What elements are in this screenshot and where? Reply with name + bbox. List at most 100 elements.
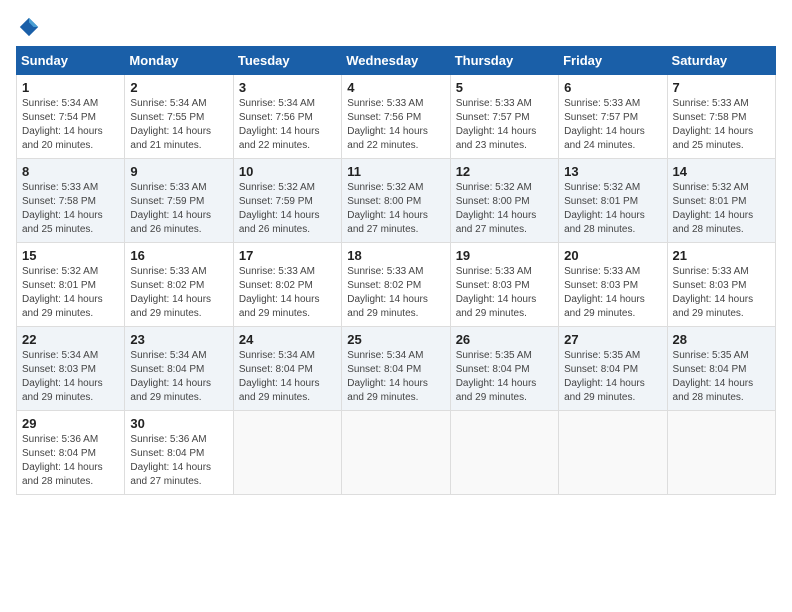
day-number: 26 [456,332,553,347]
calendar-header: SundayMondayTuesdayWednesdayThursdayFrid… [17,47,776,75]
day-info: Sunrise: 5:32 AM Sunset: 8:00 PM Dayligh… [347,181,444,237]
day-info: Sunrise: 5:35 AM Sunset: 8:04 PM Dayligh… [456,349,553,405]
calendar-day: 11Sunrise: 5:32 AM Sunset: 8:00 PM Dayli… [342,159,450,243]
day-number: 13 [564,164,661,179]
day-number: 27 [564,332,661,347]
day-info: Sunrise: 5:33 AM Sunset: 7:58 PM Dayligh… [22,181,119,237]
day-info: Sunrise: 5:33 AM Sunset: 8:02 PM Dayligh… [239,265,336,321]
day-info: Sunrise: 5:32 AM Sunset: 8:00 PM Dayligh… [456,181,553,237]
calendar-week-5: 29 Sunrise: 5:36 AM Sunset: 8:04 PM Dayli… [17,411,776,495]
day-number: 3 [239,80,336,95]
day-info: Sunrise: 5:35 AM Sunset: 8:04 PM Dayligh… [673,349,770,405]
day-number: 15 [22,248,119,263]
day-info: Sunrise: 5:33 AM Sunset: 8:02 PM Dayligh… [347,265,444,321]
day-number: 28 [673,332,770,347]
logo [16,16,40,34]
day-info: Sunrise: 5:33 AM Sunset: 7:57 PM Dayligh… [456,97,553,153]
day-number: 1 [22,80,119,95]
day-info: Sunrise: 5:32 AM Sunset: 8:01 PM Dayligh… [564,181,661,237]
day-number: 12 [456,164,553,179]
day-info: Sunrise: 5:33 AM Sunset: 8:03 PM Dayligh… [456,265,553,321]
day-number: 5 [456,80,553,95]
calendar-day: 10 Sunrise: 5:32 AM Sunset: 7:59 PM Dayli… [233,159,341,243]
calendar-day: 15 Sunrise: 5:32 AM Sunset: 8:01 PM Dayli… [17,243,125,327]
day-info: Sunrise: 5:33 AM Sunset: 8:03 PM Dayligh… [564,265,661,321]
day-info: Sunrise: 5:32 AM Sunset: 8:01 PM Dayligh… [22,265,119,321]
calendar-day [450,411,558,495]
calendar-day: 12 Sunrise: 5:32 AM Sunset: 8:00 PM Dayli… [450,159,558,243]
calendar-day: 26 Sunrise: 5:35 AM Sunset: 8:04 PM Dayli… [450,327,558,411]
day-number: 20 [564,248,661,263]
calendar-day [559,411,667,495]
calendar-day: 19 Sunrise: 5:33 AM Sunset: 8:03 PM Dayli… [450,243,558,327]
day-number: 18 [347,248,444,263]
day-info: Sunrise: 5:36 AM Sunset: 8:04 PM Dayligh… [130,433,227,489]
day-number: 24 [239,332,336,347]
day-number: 9 [130,164,227,179]
day-info: Sunrise: 5:33 AM Sunset: 8:02 PM Dayligh… [130,265,227,321]
day-info: Sunrise: 5:33 AM Sunset: 7:56 PM Dayligh… [347,97,444,153]
day-info: Sunrise: 5:33 AM Sunset: 7:59 PM Dayligh… [130,181,227,237]
weekday-header-wednesday: Wednesday [342,47,450,75]
calendar-day: 18 Sunrise: 5:33 AM Sunset: 8:02 PM Dayli… [342,243,450,327]
day-info: Sunrise: 5:34 AM Sunset: 8:04 PM Dayligh… [347,349,444,405]
calendar-day: 4 Sunrise: 5:33 AM Sunset: 7:56 PM Daylig… [342,75,450,159]
day-info: Sunrise: 5:33 AM Sunset: 7:57 PM Dayligh… [564,97,661,153]
calendar-day: 17Sunrise: 5:33 AM Sunset: 8:02 PM Dayli… [233,243,341,327]
page-header [16,16,776,34]
day-info: Sunrise: 5:34 AM Sunset: 8:03 PM Dayligh… [22,349,119,405]
day-number: 25 [347,332,444,347]
calendar-day [342,411,450,495]
calendar-day: 28 Sunrise: 5:35 AM Sunset: 8:04 PM Dayli… [667,327,775,411]
calendar-day: 13 Sunrise: 5:32 AM Sunset: 8:01 PM Dayli… [559,159,667,243]
day-number: 4 [347,80,444,95]
weekday-header-sunday: Sunday [17,47,125,75]
calendar-day: 3 Sunrise: 5:34 AM Sunset: 7:56 PM Daylig… [233,75,341,159]
day-info: Sunrise: 5:33 AM Sunset: 7:58 PM Dayligh… [673,97,770,153]
calendar-week-1: 1Sunrise: 5:34 AM Sunset: 7:54 PM Daylig… [17,75,776,159]
weekday-header-tuesday: Tuesday [233,47,341,75]
day-number: 7 [673,80,770,95]
day-number: 22 [22,332,119,347]
calendar-day: 24 Sunrise: 5:34 AM Sunset: 8:04 PM Dayli… [233,327,341,411]
weekday-header-friday: Friday [559,47,667,75]
calendar-body: 1Sunrise: 5:34 AM Sunset: 7:54 PM Daylig… [17,75,776,495]
calendar-day: 22 Sunrise: 5:34 AM Sunset: 8:03 PM Dayli… [17,327,125,411]
day-number: 6 [564,80,661,95]
calendar-week-4: 22 Sunrise: 5:34 AM Sunset: 8:03 PM Dayli… [17,327,776,411]
day-info: Sunrise: 5:33 AM Sunset: 8:03 PM Dayligh… [673,265,770,321]
day-number: 10 [239,164,336,179]
day-info: Sunrise: 5:36 AM Sunset: 8:04 PM Dayligh… [22,433,119,489]
calendar-day: 7 Sunrise: 5:33 AM Sunset: 7:58 PM Daylig… [667,75,775,159]
calendar-day: 16 Sunrise: 5:33 AM Sunset: 8:02 PM Dayli… [125,243,233,327]
calendar-day: 2 Sunrise: 5:34 AM Sunset: 7:55 PM Daylig… [125,75,233,159]
day-info: Sunrise: 5:34 AM Sunset: 7:55 PM Dayligh… [130,97,227,153]
calendar-table: SundayMondayTuesdayWednesdayThursdayFrid… [16,46,776,495]
day-number: 16 [130,248,227,263]
day-number: 14 [673,164,770,179]
calendar-day [233,411,341,495]
weekday-header-thursday: Thursday [450,47,558,75]
calendar-day: 23Sunrise: 5:34 AM Sunset: 8:04 PM Dayli… [125,327,233,411]
day-number: 2 [130,80,227,95]
day-info: Sunrise: 5:32 AM Sunset: 7:59 PM Dayligh… [239,181,336,237]
calendar-day: 1Sunrise: 5:34 AM Sunset: 7:54 PM Daylig… [17,75,125,159]
day-info: Sunrise: 5:34 AM Sunset: 8:04 PM Dayligh… [239,349,336,405]
calendar-day: 5 Sunrise: 5:33 AM Sunset: 7:57 PM Daylig… [450,75,558,159]
day-number: 29 [22,416,119,431]
weekday-header-row: SundayMondayTuesdayWednesdayThursdayFrid… [17,47,776,75]
day-number: 19 [456,248,553,263]
calendar-day: 30 Sunrise: 5:36 AM Sunset: 8:04 PM Dayli… [125,411,233,495]
calendar-day: 25 Sunrise: 5:34 AM Sunset: 8:04 PM Dayli… [342,327,450,411]
calendar-day: 29 Sunrise: 5:36 AM Sunset: 8:04 PM Dayli… [17,411,125,495]
calendar-day: 6 Sunrise: 5:33 AM Sunset: 7:57 PM Daylig… [559,75,667,159]
calendar-day: 20 Sunrise: 5:33 AM Sunset: 8:03 PM Dayli… [559,243,667,327]
day-number: 8 [22,164,119,179]
calendar-week-2: 8 Sunrise: 5:33 AM Sunset: 7:58 PM Daylig… [17,159,776,243]
day-info: Sunrise: 5:35 AM Sunset: 8:04 PM Dayligh… [564,349,661,405]
day-info: Sunrise: 5:34 AM Sunset: 7:56 PM Dayligh… [239,97,336,153]
weekday-header-saturday: Saturday [667,47,775,75]
day-number: 21 [673,248,770,263]
day-number: 30 [130,416,227,431]
calendar-day: 14Sunrise: 5:32 AM Sunset: 8:01 PM Dayli… [667,159,775,243]
